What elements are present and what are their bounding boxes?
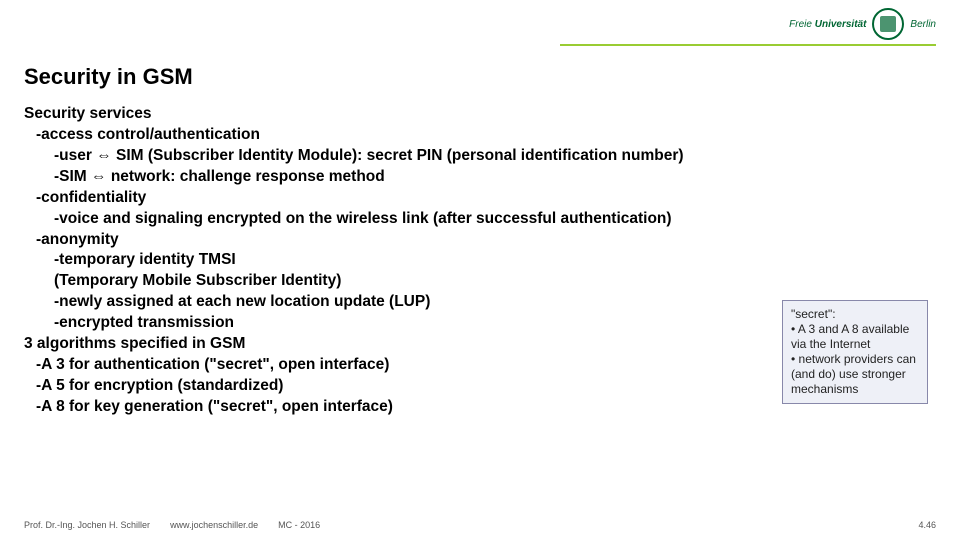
header-rule: [560, 44, 936, 46]
body-line: Security services: [24, 104, 936, 125]
logo-word-freie: Freie: [789, 19, 812, 30]
note-line: "secret":: [791, 307, 919, 322]
page-number: 4.46: [918, 520, 936, 530]
slide: Freie Universität Berlin Security in GSM…: [0, 0, 960, 540]
body-line: -access control/authentication: [36, 125, 936, 146]
body-line: -confidentiality: [36, 188, 936, 209]
seal-icon: [872, 8, 904, 40]
secret-note-box: "secret": • A 3 and A 8 available via th…: [782, 300, 928, 404]
logo-word-universitaet: Universität: [815, 19, 867, 30]
body-line: -user ⇔ SIM (Subscriber Identity Module)…: [54, 146, 936, 167]
body-line: -anonymity: [36, 230, 936, 251]
body-line: -SIM ⇔ network: challenge response metho…: [54, 167, 936, 188]
note-line: • A 3 and A 8 available via the Internet: [791, 322, 919, 352]
note-line: • network providers can (and do) use str…: [791, 352, 919, 397]
footer-course: MC - 2016: [278, 520, 320, 530]
body-line: (Temporary Mobile Subscriber Identity): [54, 271, 936, 292]
footer-author: Prof. Dr.-Ing. Jochen H. Schiller: [24, 520, 150, 530]
logo-word-berlin: Berlin: [910, 19, 936, 30]
slide-footer: Prof. Dr.-Ing. Jochen H. Schiller www.jo…: [24, 520, 936, 530]
university-logo: Freie Universität Berlin: [789, 8, 936, 40]
body-line: -voice and signaling encrypted on the wi…: [54, 209, 936, 230]
body-line: -temporary identity TMSI: [54, 250, 936, 271]
logo-text: Freie Universität: [789, 19, 866, 30]
footer-url: www.jochenschiller.de: [170, 520, 258, 530]
slide-title: Security in GSM: [24, 64, 193, 90]
